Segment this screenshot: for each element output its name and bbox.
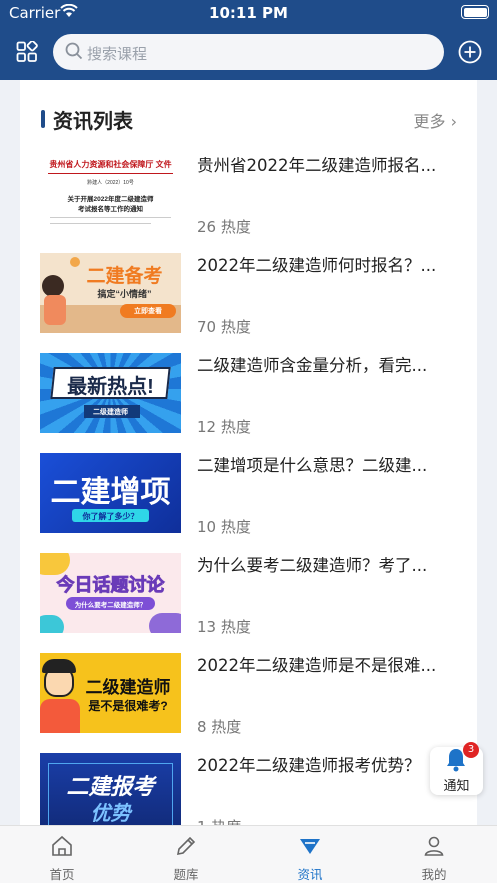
article-heat: 12 热度 — [197, 418, 251, 436]
bottom-tab-bar: 首页 题库 资讯 我的 — [0, 825, 497, 883]
thumb-figure-body — [44, 295, 66, 325]
thumb-text: 立即查看 — [134, 308, 162, 315]
clock: 10:11 PM — [209, 4, 288, 22]
tab-label: 资讯 — [297, 867, 323, 882]
news-icon — [298, 834, 322, 858]
more-link[interactable]: 更多 › — [414, 108, 458, 132]
article-item[interactable]: 今日话题讨论 为什么要考二级建造师？ 为什么要考二级建造师？考了... 13 热… — [20, 550, 477, 650]
article-thumbnail: 二建报考 优势 — [40, 753, 181, 825]
section-title: 资讯列表 — [53, 109, 133, 133]
thumb-divider — [48, 173, 173, 174]
article-title: 2022年二级建造师报考优势？ — [197, 756, 421, 775]
thumb-text: 二建增项 — [50, 476, 171, 509]
thumb-text: 二建备考 — [86, 266, 163, 287]
article-title: 2022年二级建造师何时报名？... — [197, 256, 437, 275]
thumb-text: 最新热点! — [67, 376, 154, 398]
thumb-text: 二级建造师 — [85, 678, 171, 697]
thumb-text: 为什么要考二级建造师？ — [74, 602, 147, 609]
search-placeholder: 搜索课程 — [87, 45, 148, 63]
section-accent-bar — [41, 110, 45, 128]
article-item[interactable]: 二级建造师 是不是很难考? 2022年二级建造师是不是很难... 8 热度 — [20, 650, 477, 750]
thumb-text: 关于开展2022年度二级建造师 — [67, 196, 154, 203]
thumb-text: 黔建人（2022）10号 — [87, 180, 134, 186]
thumb-figure-head — [42, 275, 64, 297]
article-item[interactable]: 二建报考 优势 2022年二级建造师报考优势？ 1 热度 — [20, 750, 477, 825]
article-title: 为什么要考二级建造师？考了... — [197, 556, 428, 575]
article-heat: 70 热度 — [197, 318, 251, 336]
article-thumbnail: 最新热点! 二级建造师 — [40, 353, 181, 433]
article-thumbnail: 今日话题讨论 为什么要考二级建造师？ — [40, 553, 181, 633]
top-nav-bar: 搜索课程 — [0, 26, 497, 80]
article-title: 2022年二级建造师是不是很难... — [197, 656, 437, 675]
thumb-text: 考试报名等工作的通知 — [78, 206, 143, 213]
add-icon[interactable] — [458, 40, 482, 64]
thumb-hair — [42, 659, 76, 673]
thumb-text: 今日话题讨论 — [56, 575, 165, 596]
thumb-text: 你了解了多少？ — [82, 512, 139, 521]
thumb-shirt — [40, 699, 80, 733]
thumb-blob — [40, 615, 64, 633]
thumb-divider — [50, 223, 151, 224]
article-thumbnail: 贵州省人力资源和社会保障厅 文件 黔建人（2022）10号 关于开展2022年度… — [40, 153, 181, 233]
tab-question-bank[interactable]: 题库 — [124, 826, 248, 883]
article-heat: 10 热度 — [197, 518, 251, 536]
thumb-text: 是不是很难考? — [88, 699, 168, 713]
thumb-text: 优势 — [90, 803, 131, 825]
article-heat: 26 热度 — [197, 218, 251, 236]
news-list-card: 资讯列表 更多 › 贵州省人力资源和社会保障厅 文件 黔建人（2022）10号 … — [20, 80, 477, 825]
tab-home[interactable]: 首页 — [0, 826, 124, 883]
article-title: 二建增项是什么意思？二级建... — [197, 456, 428, 475]
thumb-text: 搞定“小情绪” — [97, 289, 152, 299]
article-heat: 8 热度 — [197, 718, 242, 736]
user-icon — [422, 834, 446, 858]
article-thumbnail: 二建备考 搞定“小情绪” 立即查看 — [40, 253, 181, 333]
search-icon — [65, 42, 83, 64]
article-item[interactable]: 二建备考 搞定“小情绪” 立即查看 2022年二级建造师何时报名？... 70 … — [20, 250, 477, 350]
thumb-divider — [50, 217, 171, 218]
thumb-text: 二级建造师 — [93, 409, 128, 416]
tab-news[interactable]: 资讯 — [248, 826, 372, 883]
home-icon — [50, 834, 74, 858]
article-thumbnail: 二建增项 你了解了多少？ — [40, 453, 181, 533]
notification-label: 通知 — [443, 779, 470, 794]
notification-count-badge: 3 — [463, 742, 479, 758]
article-heat: 13 热度 — [197, 618, 251, 636]
search-input[interactable]: 搜索课程 — [53, 34, 444, 70]
article-thumbnail: 二级建造师 是不是很难考? — [40, 653, 181, 733]
article-title: 贵州省2022年二级建造师报名... — [197, 156, 437, 175]
tab-label: 我的 — [421, 867, 447, 882]
article-item[interactable]: 二建增项 你了解了多少？ 二建增项是什么意思？二级建... 10 热度 — [20, 450, 477, 550]
article-item[interactable]: 贵州省人力资源和社会保障厅 文件 黔建人（2022）10号 关于开展2022年度… — [20, 150, 477, 250]
pencil-icon — [174, 834, 198, 858]
article-title: 二级建造师含金量分析，看完... — [197, 356, 428, 375]
tab-label: 题库 — [173, 867, 199, 882]
notification-button[interactable]: 3 通知 — [430, 742, 483, 795]
article-item[interactable]: 最新热点! 二级建造师 二级建造师含金量分析，看完... 12 热度 — [20, 350, 477, 450]
tab-label: 首页 — [49, 867, 75, 882]
category-grid-icon[interactable] — [16, 40, 38, 63]
status-bar: Carrier 10:11 PM — [0, 0, 497, 26]
tab-profile[interactable]: 我的 — [372, 826, 496, 883]
more-label: 更多 — [413, 112, 446, 131]
thumb-text: 贵州省人力资源和社会保障厅 文件 — [49, 160, 172, 169]
thumb-blob — [149, 613, 181, 633]
battery-icon — [461, 5, 489, 19]
article-heat: 1 热度 — [197, 816, 241, 825]
